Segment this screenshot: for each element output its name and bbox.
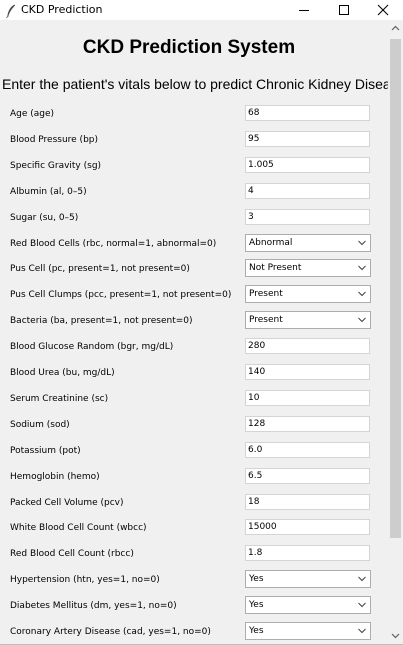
chevron-down-icon — [358, 240, 366, 246]
form-row: Serum Creatinine (sc) — [0, 389, 388, 413]
field-label: Age (age) — [10, 109, 55, 119]
scroll-down-button[interactable] — [388, 627, 403, 644]
form-row: Packed Cell Volume (pcv) — [0, 493, 388, 517]
field-label: Bacteria (ba, present=1, not present=0) — [10, 316, 193, 326]
field-label: Diabetes Mellitus (dm, yes=1, no=0) — [10, 601, 177, 611]
scroll-thumb[interactable] — [390, 39, 401, 538]
field-input[interactable] — [245, 416, 370, 432]
field-input[interactable] — [245, 209, 370, 225]
window-title: CKD Prediction — [21, 3, 103, 16]
dropdown-value: Yes — [249, 574, 264, 584]
vertical-scrollbar[interactable] — [388, 20, 403, 645]
field-dropdown[interactable]: Yes — [245, 570, 371, 588]
form-row: Blood Glucose Random (bgr, mg/dL) — [0, 337, 388, 361]
dropdown-value: Present — [249, 289, 283, 299]
form-row: Red Blood Cell Count (rbcc) — [0, 544, 388, 568]
field-input[interactable] — [245, 519, 370, 535]
field-dropdown[interactable]: Yes — [245, 596, 371, 614]
field-dropdown[interactable]: Present — [245, 311, 371, 329]
field-input[interactable] — [245, 105, 370, 121]
dropdown-value: Present — [249, 315, 283, 325]
field-input[interactable] — [245, 545, 370, 561]
field-label: Potassium (pot) — [10, 446, 81, 456]
app-window: CKD Prediction CKD Prediction System Ent… — [0, 0, 403, 645]
minimize-button[interactable] — [287, 0, 321, 20]
field-label: Sugar (su, 0–5) — [10, 213, 79, 223]
field-label: Packed Cell Volume (pcv) — [10, 498, 124, 508]
chevron-down-icon — [358, 317, 366, 323]
form-row: Hemoglobin (hemo) — [0, 467, 388, 491]
field-input[interactable] — [245, 494, 370, 510]
field-dropdown[interactable]: Not Present — [245, 259, 371, 277]
maximize-button[interactable] — [327, 0, 361, 20]
field-label: Pus Cell (pc, present=1, not present=0) — [10, 264, 190, 274]
form-row: Blood Urea (bu, mg/dL) — [0, 363, 388, 387]
field-input[interactable] — [245, 131, 370, 147]
page-subtitle: Enter the patient's vitals below to pred… — [2, 76, 388, 92]
form-row: Pus Cell (pc, present=1, not present=0) N… — [0, 259, 388, 283]
field-label: Hypertension (htn, yes=1, no=0) — [10, 575, 160, 585]
close-button[interactable] — [366, 0, 400, 20]
form-row: Albumin (al, 0–5) — [0, 182, 388, 206]
chevron-down-icon — [358, 265, 366, 271]
title-bar[interactable]: CKD Prediction — [0, 0, 403, 20]
form-row: Red Blood Cells (rbc, normal=1, abnormal… — [0, 234, 388, 258]
field-input[interactable] — [245, 390, 370, 406]
chevron-down-icon — [358, 291, 366, 297]
chevron-down-icon — [358, 576, 366, 582]
form-row: Pus Cell Clumps (pcc, present=1, not pre… — [0, 285, 388, 309]
dropdown-value: Yes — [249, 626, 264, 636]
field-input[interactable] — [245, 364, 370, 380]
form-row: Sugar (su, 0–5) — [0, 208, 388, 232]
field-dropdown[interactable]: Abnormal — [245, 234, 371, 252]
chevron-down-icon — [358, 628, 366, 634]
form-row: Sodium (sod) — [0, 415, 388, 439]
form-container: CKD Prediction System Enter the patient'… — [0, 20, 388, 645]
maximize-icon — [339, 5, 349, 15]
field-label: Pus Cell Clumps (pcc, present=1, not pre… — [10, 290, 232, 300]
form-row: White Blood Cell Count (wbcc) — [0, 518, 388, 542]
scroll-up-icon — [391, 25, 400, 31]
form-row: Coronary Artery Disease (cad, yes=1, no=… — [0, 622, 388, 645]
form-row: Bacteria (ba, present=1, not present=0) P… — [0, 311, 388, 335]
dropdown-value: Yes — [249, 600, 264, 610]
field-dropdown[interactable]: Yes — [245, 622, 371, 640]
field-label: Albumin (al, 0–5) — [10, 187, 87, 197]
field-dropdown[interactable]: Present — [245, 285, 371, 303]
field-label: White Blood Cell Count (wbcc) — [10, 523, 147, 533]
dropdown-value: Abnormal — [249, 238, 293, 248]
field-label: Coronary Artery Disease (cad, yes=1, no=… — [10, 627, 211, 637]
field-input[interactable] — [245, 442, 370, 458]
form-row: Hypertension (htn, yes=1, no=0) Yes — [0, 570, 388, 594]
field-input[interactable] — [245, 183, 370, 199]
field-label: Red Blood Cell Count (rbcc) — [10, 549, 134, 559]
dropdown-value: Not Present — [249, 263, 302, 273]
field-label: Blood Pressure (bp) — [10, 135, 99, 145]
field-input[interactable] — [245, 468, 370, 484]
form-row: Potassium (pot) — [0, 441, 388, 465]
field-label: Hemoglobin (hemo) — [10, 472, 100, 482]
field-label: Blood Glucose Random (bgr, mg/dL) — [10, 342, 174, 352]
minimize-icon — [299, 10, 309, 11]
close-icon — [377, 4, 389, 16]
field-label: Blood Urea (bu, mg/dL) — [10, 368, 115, 378]
field-label: Specific Gravity (sg) — [10, 161, 102, 171]
form-row: Specific Gravity (sg) — [0, 156, 388, 180]
field-label: Red Blood Cells (rbc, normal=1, abnormal… — [10, 239, 217, 249]
field-input[interactable] — [245, 157, 370, 173]
field-label: Sodium (sod) — [10, 420, 70, 430]
page-title: CKD Prediction System — [82, 37, 296, 58]
form-row: Age (age) — [0, 104, 388, 128]
field-label: Serum Creatinine (sc) — [10, 394, 109, 404]
chevron-down-icon — [358, 602, 366, 608]
form-row: Blood Pressure (bp) — [0, 130, 388, 154]
scroll-up-button[interactable] — [388, 20, 403, 37]
scroll-down-icon — [391, 633, 400, 639]
feather-icon — [6, 3, 16, 19]
field-input[interactable] — [245, 338, 370, 354]
form-row: Diabetes Mellitus (dm, yes=1, no=0) Yes — [0, 596, 388, 620]
